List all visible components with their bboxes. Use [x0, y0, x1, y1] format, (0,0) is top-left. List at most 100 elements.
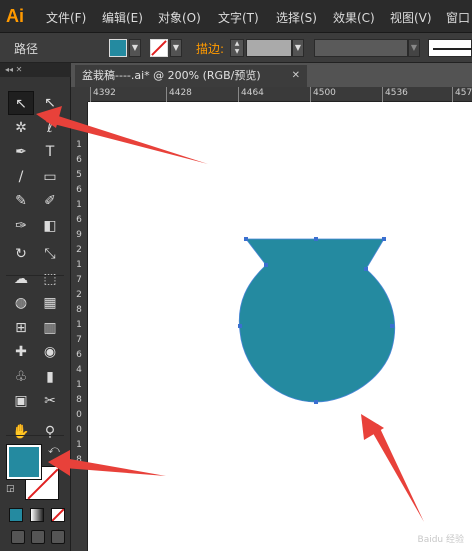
magic-wand-tool[interactable]: ✲	[8, 116, 34, 140]
ruler-digit: 6	[76, 185, 82, 195]
stroke-label[interactable]: 描边:	[196, 40, 224, 57]
vertical-ruler[interactable]: 1656169217281764180018	[71, 102, 88, 551]
ruler-digit: 1	[76, 200, 82, 210]
stroke-weight-spinner[interactable]: ▲ ▼	[230, 39, 244, 57]
document-tab[interactable]: 盆栽稿----.ai* @ 200% (RGB/预览) ✕	[75, 65, 307, 87]
menu-bar: Ai 文件(F) 编辑(E) 对象(O) 文字(T) 选择(S) 效果(C) 视…	[0, 0, 472, 33]
ruler-digit: 2	[76, 245, 82, 255]
stroke-dropdown-arrow[interactable]: ▼	[170, 39, 182, 57]
pen-tool[interactable]: ✒	[8, 140, 34, 164]
draw-normal-button[interactable]	[11, 530, 25, 544]
stroke-color-swatch[interactable]	[150, 39, 168, 57]
document-area: 盆栽稿----.ai* @ 200% (RGB/预览) ✕ 4392 4428 …	[71, 63, 472, 551]
scale-tool[interactable]: ⤡	[37, 242, 63, 266]
anchor-point[interactable]	[244, 237, 248, 241]
tools-panel-grip[interactable]: ◂◂ ✕	[0, 63, 71, 77]
type-tool[interactable]: T	[37, 140, 63, 164]
artboard-tool[interactable]: ▣	[8, 389, 34, 413]
rotate-tool[interactable]: ↻	[8, 242, 34, 266]
menu-view[interactable]: 视图(V)	[390, 9, 432, 26]
ruler-digit: 6	[76, 155, 82, 165]
anchor-point[interactable]	[264, 263, 268, 267]
paintbrush-tool[interactable]: ✎	[8, 189, 34, 213]
swap-fill-stroke-icon[interactable]: ⤺	[48, 443, 60, 457]
blob-brush-tool[interactable]: ✑	[8, 214, 34, 238]
ruler-tick	[238, 87, 239, 102]
ruler-digit: 5	[76, 170, 82, 180]
menu-effect[interactable]: 效果(C)	[333, 9, 375, 26]
ruler-digit: 2	[76, 290, 82, 300]
mesh-tool[interactable]: ⊞	[8, 316, 34, 340]
screen-mode-button[interactable]	[51, 530, 65, 544]
ruler-label: 4428	[169, 88, 192, 98]
zoom-tool[interactable]: ⚲	[37, 420, 63, 444]
ruler-digit: 8	[76, 395, 82, 405]
gradient-tool[interactable]: ▥	[37, 316, 63, 340]
anchor-point[interactable]	[314, 237, 318, 241]
variable-width-profile[interactable]	[314, 39, 408, 57]
ruler-digit: 6	[76, 215, 82, 225]
fill-color-box[interactable]	[6, 444, 42, 480]
anchor-point[interactable]	[382, 237, 386, 241]
menu-type[interactable]: 文字(T)	[218, 9, 259, 26]
vase-shape[interactable]	[238, 238, 396, 403]
horizontal-ruler[interactable]: 4392 4428 4464 4500 4536 457	[88, 87, 472, 102]
pencil-tool[interactable]: ✐	[37, 189, 63, 213]
artwork	[238, 237, 396, 404]
stroke-weight-field[interactable]	[246, 39, 292, 57]
anchor-point[interactable]	[364, 267, 368, 271]
selection-tool[interactable]: ↖	[8, 91, 34, 115]
free-transform-tool[interactable]: ⬚	[37, 267, 63, 291]
line-tool[interactable]: /	[8, 165, 34, 189]
default-colors-icon[interactable]: ◲	[6, 484, 15, 494]
perspective-grid-tool[interactable]: ▦	[37, 291, 63, 315]
rectangle-tool[interactable]: ▭	[37, 165, 63, 189]
profile-dropdown[interactable]: ▼	[408, 39, 420, 57]
anchor-point[interactable]	[238, 324, 242, 328]
app-logo: Ai	[6, 6, 24, 26]
ruler-digit: 1	[76, 320, 82, 330]
close-tab-icon[interactable]: ✕	[292, 65, 300, 87]
tools-divider	[6, 275, 64, 276]
stroke-weight-dropdown[interactable]: ▼	[292, 39, 304, 57]
ruler-label: 4536	[385, 88, 408, 98]
object-type-label: 路径	[14, 42, 39, 56]
artboard-canvas[interactable]: Baidu 经验	[88, 102, 472, 551]
lasso-tool[interactable]: ℓ	[37, 116, 63, 140]
menu-select[interactable]: 选择(S)	[276, 9, 317, 26]
color-mode-button[interactable]	[9, 508, 23, 522]
menu-object[interactable]: 对象(O)	[158, 9, 201, 26]
menu-file[interactable]: 文件(F)	[46, 9, 86, 26]
fill-color-swatch[interactable]	[109, 39, 127, 57]
ruler-digit: 7	[76, 275, 82, 285]
direct-selection-tool[interactable]: ↖	[37, 91, 63, 115]
hand-tool[interactable]: ✋	[8, 420, 34, 444]
ruler-digit: 8	[76, 455, 82, 465]
eraser-tool[interactable]: ◧	[37, 214, 63, 238]
column-graph-tool[interactable]: ▮	[37, 365, 63, 389]
fill-dropdown-arrow[interactable]: ▼	[129, 39, 141, 57]
ruler-origin[interactable]	[71, 87, 88, 102]
warp-tool[interactable]: ☁	[8, 267, 34, 291]
gradient-mode-button[interactable]	[30, 508, 44, 522]
ruler-digit: 1	[76, 140, 82, 150]
ruler-tick	[166, 87, 167, 102]
anchor-point[interactable]	[390, 324, 394, 328]
menu-window[interactable]: 窗口	[446, 9, 470, 26]
symbol-sprayer-tool[interactable]: ♧	[8, 365, 34, 389]
control-bar: 路径 ▼ ▼ 描边: ▲ ▼ ▼ ▼	[0, 33, 472, 63]
ruler-digit: 1	[76, 440, 82, 450]
ruler-digit: 6	[76, 350, 82, 360]
brush-definition[interactable]	[428, 39, 472, 57]
none-mode-button[interactable]	[51, 508, 65, 522]
slice-tool[interactable]: ✂	[37, 389, 63, 413]
anchor-point[interactable]	[314, 400, 318, 404]
tools-divider	[6, 435, 64, 436]
ruler-tick	[452, 87, 453, 102]
shape-builder-tool[interactable]: ◍	[8, 291, 34, 315]
eyedropper-tool[interactable]: ✚	[8, 340, 34, 364]
menu-edit[interactable]: 编辑(E)	[102, 9, 143, 26]
document-title: 盆栽稿----.ai* @ 200% (RGB/预览)	[82, 69, 261, 82]
blend-tool[interactable]: ◉	[37, 340, 63, 364]
draw-behind-button[interactable]	[31, 530, 45, 544]
